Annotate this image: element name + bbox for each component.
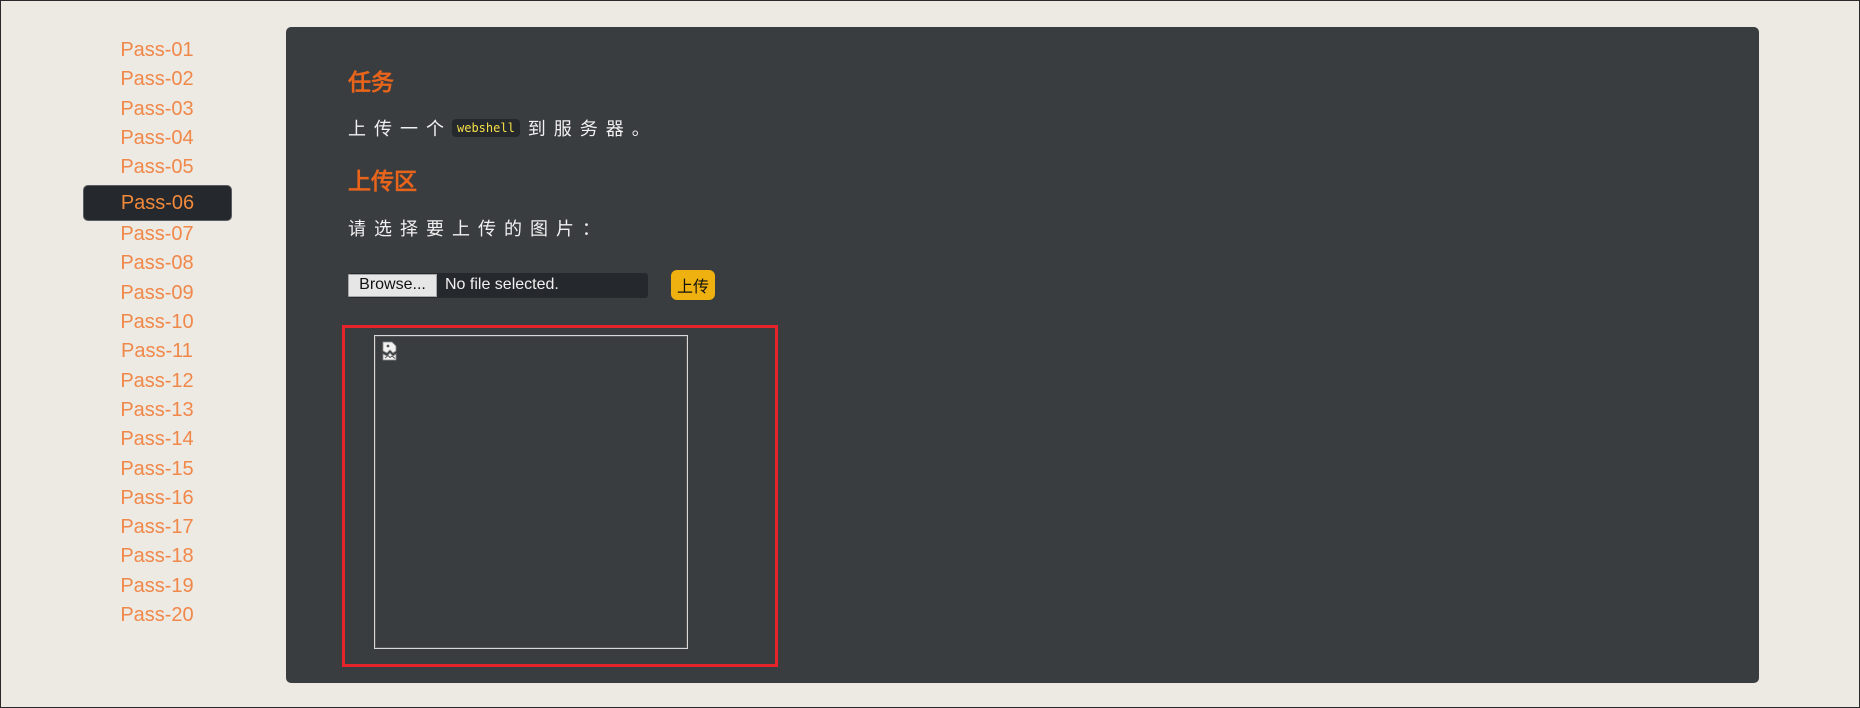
sidebar-item-pass-13[interactable]: Pass-13	[83, 397, 231, 424]
task-description: 上传一个 webshell 到服务器。	[348, 115, 658, 141]
upload-submit-button[interactable]: 上传	[671, 270, 715, 300]
sidebar-item-pass-17[interactable]: Pass-17	[83, 514, 231, 541]
image-preview	[374, 335, 688, 649]
sidebar-item-pass-04[interactable]: Pass-04	[83, 125, 231, 152]
sidebar-item-pass-11[interactable]: Pass-11	[83, 338, 231, 365]
sidebar-item-pass-12[interactable]: Pass-12	[83, 368, 231, 395]
task-heading: 任务	[348, 70, 394, 96]
sidebar-item-pass-20[interactable]: Pass-20	[83, 602, 231, 629]
file-upload-row: Browse... No file selected. 上传	[348, 270, 715, 300]
sidebar-item-pass-07[interactable]: Pass-07	[83, 221, 231, 248]
sidebar-item-pass-08[interactable]: Pass-08	[83, 250, 231, 277]
sidebar-item-pass-05[interactable]: Pass-05	[83, 154, 231, 181]
upload-heading: 上传区	[348, 169, 417, 195]
sidebar-item-pass-02[interactable]: Pass-02	[83, 66, 231, 93]
sidebar-item-pass-03[interactable]: Pass-03	[83, 96, 231, 123]
file-input[interactable]: Browse... No file selected.	[348, 272, 648, 298]
sidebar-item-pass-19[interactable]: Pass-19	[83, 573, 231, 600]
sidebar-item-pass-15[interactable]: Pass-15	[83, 456, 231, 483]
sidebar-item-pass-16[interactable]: Pass-16	[83, 485, 231, 512]
sidebar-item-pass-18[interactable]: Pass-18	[83, 543, 231, 570]
sidebar-item-pass-10[interactable]: Pass-10	[83, 309, 231, 336]
task-text-before: 上传一个	[348, 119, 452, 140]
sidebar-item-pass-09[interactable]: Pass-09	[83, 280, 231, 307]
sidebar-item-pass-14[interactable]: Pass-14	[83, 426, 231, 453]
sidebar-nav: Pass-01 Pass-02 Pass-03 Pass-04 Pass-05 …	[83, 37, 233, 631]
file-status: No file selected.	[445, 276, 559, 293]
task-text-after: 到服务器。	[527, 119, 658, 140]
upload-prompt: 请选择要上传的图片：	[348, 219, 608, 240]
sidebar-item-pass-06[interactable]: Pass-06	[83, 185, 232, 222]
broken-image-icon	[382, 341, 397, 361]
browse-button[interactable]: Browse...	[348, 273, 437, 297]
main-panel: 任务 上传一个 webshell 到服务器。 上传区 请选择要上传的图片： Br…	[286, 27, 1759, 683]
sidebar-item-pass-01[interactable]: Pass-01	[83, 37, 231, 64]
webshell-code: webshell	[452, 119, 520, 137]
